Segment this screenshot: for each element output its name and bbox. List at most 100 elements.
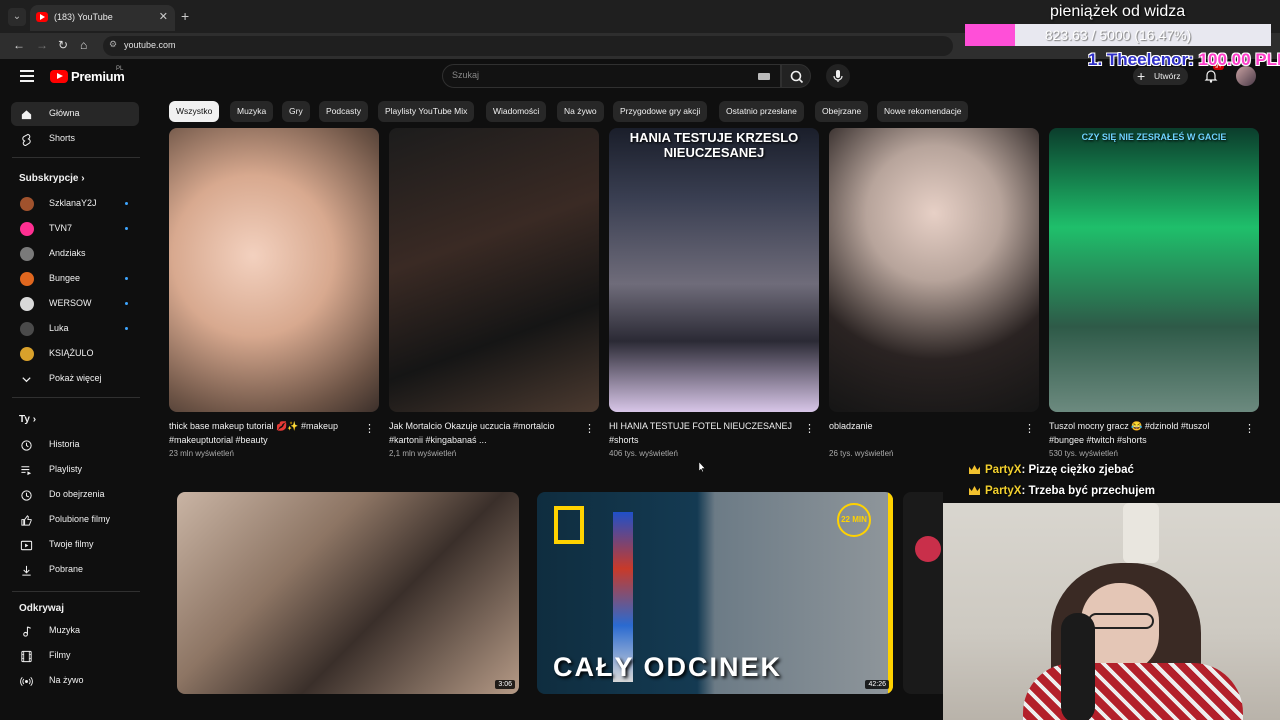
more-options-icon[interactable]: ⋮ <box>804 422 815 435</box>
site-info-icon[interactable]: ⚙ <box>109 39 117 50</box>
reload-icon[interactable]: ↻ <box>58 38 68 52</box>
forward-arrow-icon[interactable]: → <box>36 38 48 52</box>
sidebar-item-pokaż-więcej[interactable]: Pokaż więcej <box>11 367 139 391</box>
logo-region: PL <box>116 66 124 72</box>
browser-tab[interactable]: (183) YouTube ✕ <box>30 5 175 31</box>
sidebar-item-label: Shorts <box>49 133 76 143</box>
short-thumbnail[interactable] <box>389 128 599 412</box>
sidebar-item-główna[interactable]: Główna <box>11 102 139 126</box>
sidebar-item-polubione-filmy[interactable]: Polubione filmy <box>11 508 139 532</box>
live-icon <box>20 676 33 687</box>
duration-badge: 22 MIN <box>837 503 871 537</box>
more-options-icon[interactable]: ⋮ <box>584 422 595 435</box>
sidebar-item-label: Polubione filmy <box>49 514 111 524</box>
filter-chip[interactable]: Nowe rekomendacje <box>877 101 969 122</box>
filter-chip[interactable]: Ostatnio przesłane <box>719 101 804 122</box>
channel-avatar <box>20 247 34 261</box>
more-options-icon[interactable]: ⋮ <box>1024 422 1035 435</box>
voice-search-button[interactable] <box>826 64 850 88</box>
short-title[interactable]: Tuszol mocny gracz 😂 #dzinold #tuszol #b… <box>1049 419 1234 447</box>
close-tab-icon[interactable]: ✕ <box>159 10 168 23</box>
sidebar-item-wersow[interactable]: WERSOW <box>11 292 139 316</box>
subscriptions-heading[interactable]: Subskrypcje › <box>19 173 85 184</box>
back-arrow-icon[interactable]: ← <box>13 38 25 52</box>
history-icon <box>21 440 32 451</box>
short-thumbnail[interactable] <box>829 128 1039 412</box>
tab-title: (183) YouTube <box>54 12 113 22</box>
sidebar-item-label: WERSOW <box>49 298 92 308</box>
filter-chip[interactable]: Podcasty <box>319 101 368 122</box>
short-thumbnail[interactable]: HANIA TESTUJE KRZESLO NIEUCZESANEJ <box>609 128 819 412</box>
your-videos-icon-wrap <box>20 539 33 552</box>
sidebar-item-na-żywo[interactable]: Na żywo <box>11 669 139 693</box>
chat-text: : Trzeba być przechujem <box>1021 485 1156 497</box>
sidebar-item-pobrane[interactable]: Pobrane <box>11 558 139 582</box>
sidebar-item-label: Główna <box>49 108 80 118</box>
notifications-button[interactable]: 9+ <box>1203 64 1224 84</box>
search-button[interactable] <box>781 64 811 88</box>
like-icon-wrap <box>20 514 33 527</box>
video-thumbnail-2[interactable]: 22 MIN CAŁY ODCINEK 42:26 <box>537 492 893 694</box>
short-title[interactable]: obladzanie <box>829 419 1014 433</box>
sidebar-item-label: KSIĄŻULO <box>49 348 94 358</box>
omnibox[interactable]: ⚙ youtube.com <box>103 36 953 56</box>
sidebar-item-historia[interactable]: Historia <box>11 433 139 457</box>
chat-text: : Pizzę ciężko zjebać <box>1021 464 1134 476</box>
mouse-cursor-icon <box>699 462 705 472</box>
short-title[interactable]: HI HANIA TESTUJE FOTEL NIEUCZESANEJ #sho… <box>609 419 794 447</box>
sidebar-item-bungee[interactable]: Bungee <box>11 267 139 291</box>
home-browser-icon[interactable]: ⌂ <box>80 38 87 52</box>
filter-chip[interactable]: Muzyka <box>230 101 274 122</box>
filter-chip[interactable]: Obejrzane <box>815 101 869 122</box>
sidebar-item-do-obejrzenia[interactable]: Do obejrzenia <box>11 483 139 507</box>
sidebar-item-label: Do obejrzenia <box>49 489 105 499</box>
sidebar-item-andziaks[interactable]: Andziaks <box>11 242 139 266</box>
home-icon <box>21 110 32 120</box>
film-icon <box>21 650 32 663</box>
short-thumbnail[interactable]: CZY SIĘ NIE ZESRAŁEŚ W GACIE <box>1049 128 1259 412</box>
playlist-icon-wrap <box>20 464 33 477</box>
short-title[interactable]: thick base makeup tutorial 💋✨ #makeup #m… <box>169 419 354 447</box>
video-thumbnail-3-partial[interactable] <box>903 492 943 694</box>
sidebar-item-muzyka[interactable]: Muzyka <box>11 619 139 643</box>
sidebar-item-twoje-filmy[interactable]: Twoje filmy <box>11 533 139 557</box>
filter-chip[interactable]: Playlisty YouTube Mix <box>378 101 475 122</box>
subscriptions-heading-text: Subskrypcje <box>19 173 79 184</box>
short-thumbnail[interactable] <box>169 128 379 412</box>
filter-chip[interactable]: Na żywo <box>557 101 604 122</box>
tab-list-chevron-icon[interactable]: ⌄ <box>8 8 26 26</box>
new-tab-icon[interactable]: + <box>181 8 189 24</box>
chevron-right-icon: › <box>29 414 37 425</box>
sidebar-item-luka[interactable]: Luka <box>11 317 139 341</box>
menu-icon[interactable] <box>20 70 34 85</box>
top-donor-name: 1. Theelenor: <box>1088 50 1194 69</box>
sidebar-item-szklanay2j[interactable]: SzklanaY2J <box>11 192 139 216</box>
keyboard-icon[interactable] <box>758 73 770 80</box>
short-view-count: 406 tys. wyświetleń <box>609 449 678 458</box>
webcam-microphone <box>1061 613 1095 720</box>
short-title[interactable]: Jak Mortalcio Okazuje uczucia #mortalcio… <box>389 419 574 447</box>
sidebar-item-książulo[interactable]: KSIĄŻULO <box>11 342 139 366</box>
sidebar-item-playlisty[interactable]: Playlisty <box>11 458 139 482</box>
sidebar-item-filmy[interactable]: Filmy <box>11 644 139 668</box>
filter-chip[interactable]: Wszystko <box>169 101 220 122</box>
search-input[interactable]: Szukaj <box>442 64 781 88</box>
video-thumbnail-1[interactable]: 3:06 <box>177 492 519 694</box>
shorts-icon <box>22 133 31 147</box>
you-heading[interactable]: Ty › <box>19 414 36 425</box>
sidebar-item-tvn7[interactable]: TVN7 <box>11 217 139 241</box>
more-options-icon[interactable]: ⋮ <box>364 422 375 435</box>
bell-icon <box>1204 70 1218 83</box>
more-options-icon[interactable]: ⋮ <box>1244 422 1255 435</box>
thumbnail-caption: CAŁY ODCINEK <box>553 652 783 682</box>
filter-chip[interactable]: Gry <box>282 101 310 122</box>
search-placeholder: Szukaj <box>452 70 480 80</box>
filter-chip[interactable]: Przygodowe gry akcji <box>613 101 708 122</box>
home-icon-wrap <box>20 108 33 121</box>
filter-chip[interactable]: Wiadomości <box>486 101 547 122</box>
new-content-dot <box>125 302 128 305</box>
natgeo-logo-icon <box>554 506 584 544</box>
sidebar-item-shorts[interactable]: Shorts <box>11 127 139 151</box>
short-view-count: 530 tys. wyświetleń <box>1049 449 1118 458</box>
short-thumbnail-caption: HANIA TESTUJE KRZESLO NIEUCZESANEJ <box>629 130 799 160</box>
